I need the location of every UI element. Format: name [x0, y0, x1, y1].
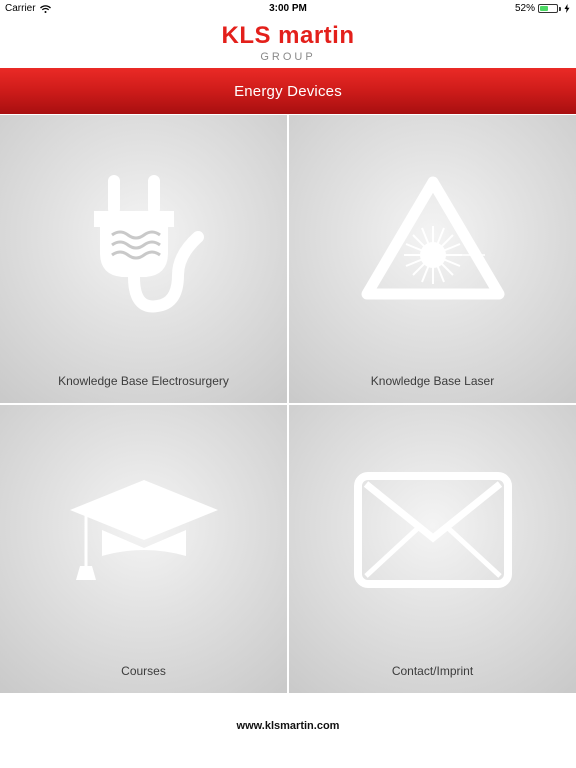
tile-label: Courses	[121, 664, 166, 678]
envelope-icon	[353, 472, 512, 588]
tile-label: Knowledge Base Laser	[370, 374, 495, 388]
charging-bolt-icon	[564, 4, 570, 13]
kls-martin-logo: KLS martin GROUP	[0, 24, 576, 62]
battery-indicator: 52%	[515, 3, 570, 14]
battery-icon	[538, 4, 558, 13]
status-bar: Carrier 3:00 PM 52%	[0, 0, 576, 18]
tile-electrosurgery[interactable]: Knowledge Base Electrosurgery	[0, 115, 287, 403]
laser-warning-icon	[361, 176, 504, 300]
tile-contact[interactable]: Contact/Imprint	[289, 405, 576, 693]
page-title: Energy Devices	[234, 82, 342, 100]
footer: www.klsmartin.com	[0, 693, 576, 768]
logo-sub-text: GROUP	[260, 51, 315, 62]
tile-laser[interactable]: Knowledge Base Laser	[289, 115, 576, 403]
status-time: 3:00 PM	[269, 3, 307, 14]
website-link[interactable]: www.klsmartin.com	[0, 720, 576, 732]
graduation-cap-icon	[69, 480, 218, 580]
battery-percent: 52%	[514, 3, 535, 14]
logo-main-text: KLS martin	[221, 24, 354, 49]
tile-courses[interactable]: Courses	[0, 405, 287, 693]
tile-label: Contact/Imprint	[391, 664, 474, 678]
title-bar: Energy Devices	[0, 68, 576, 114]
plug-icon	[93, 175, 204, 313]
menu-grid: Knowledge Base Electrosurgery Knowledge …	[0, 115, 576, 693]
tile-label: Knowledge Base Electrosurgery	[58, 374, 229, 388]
